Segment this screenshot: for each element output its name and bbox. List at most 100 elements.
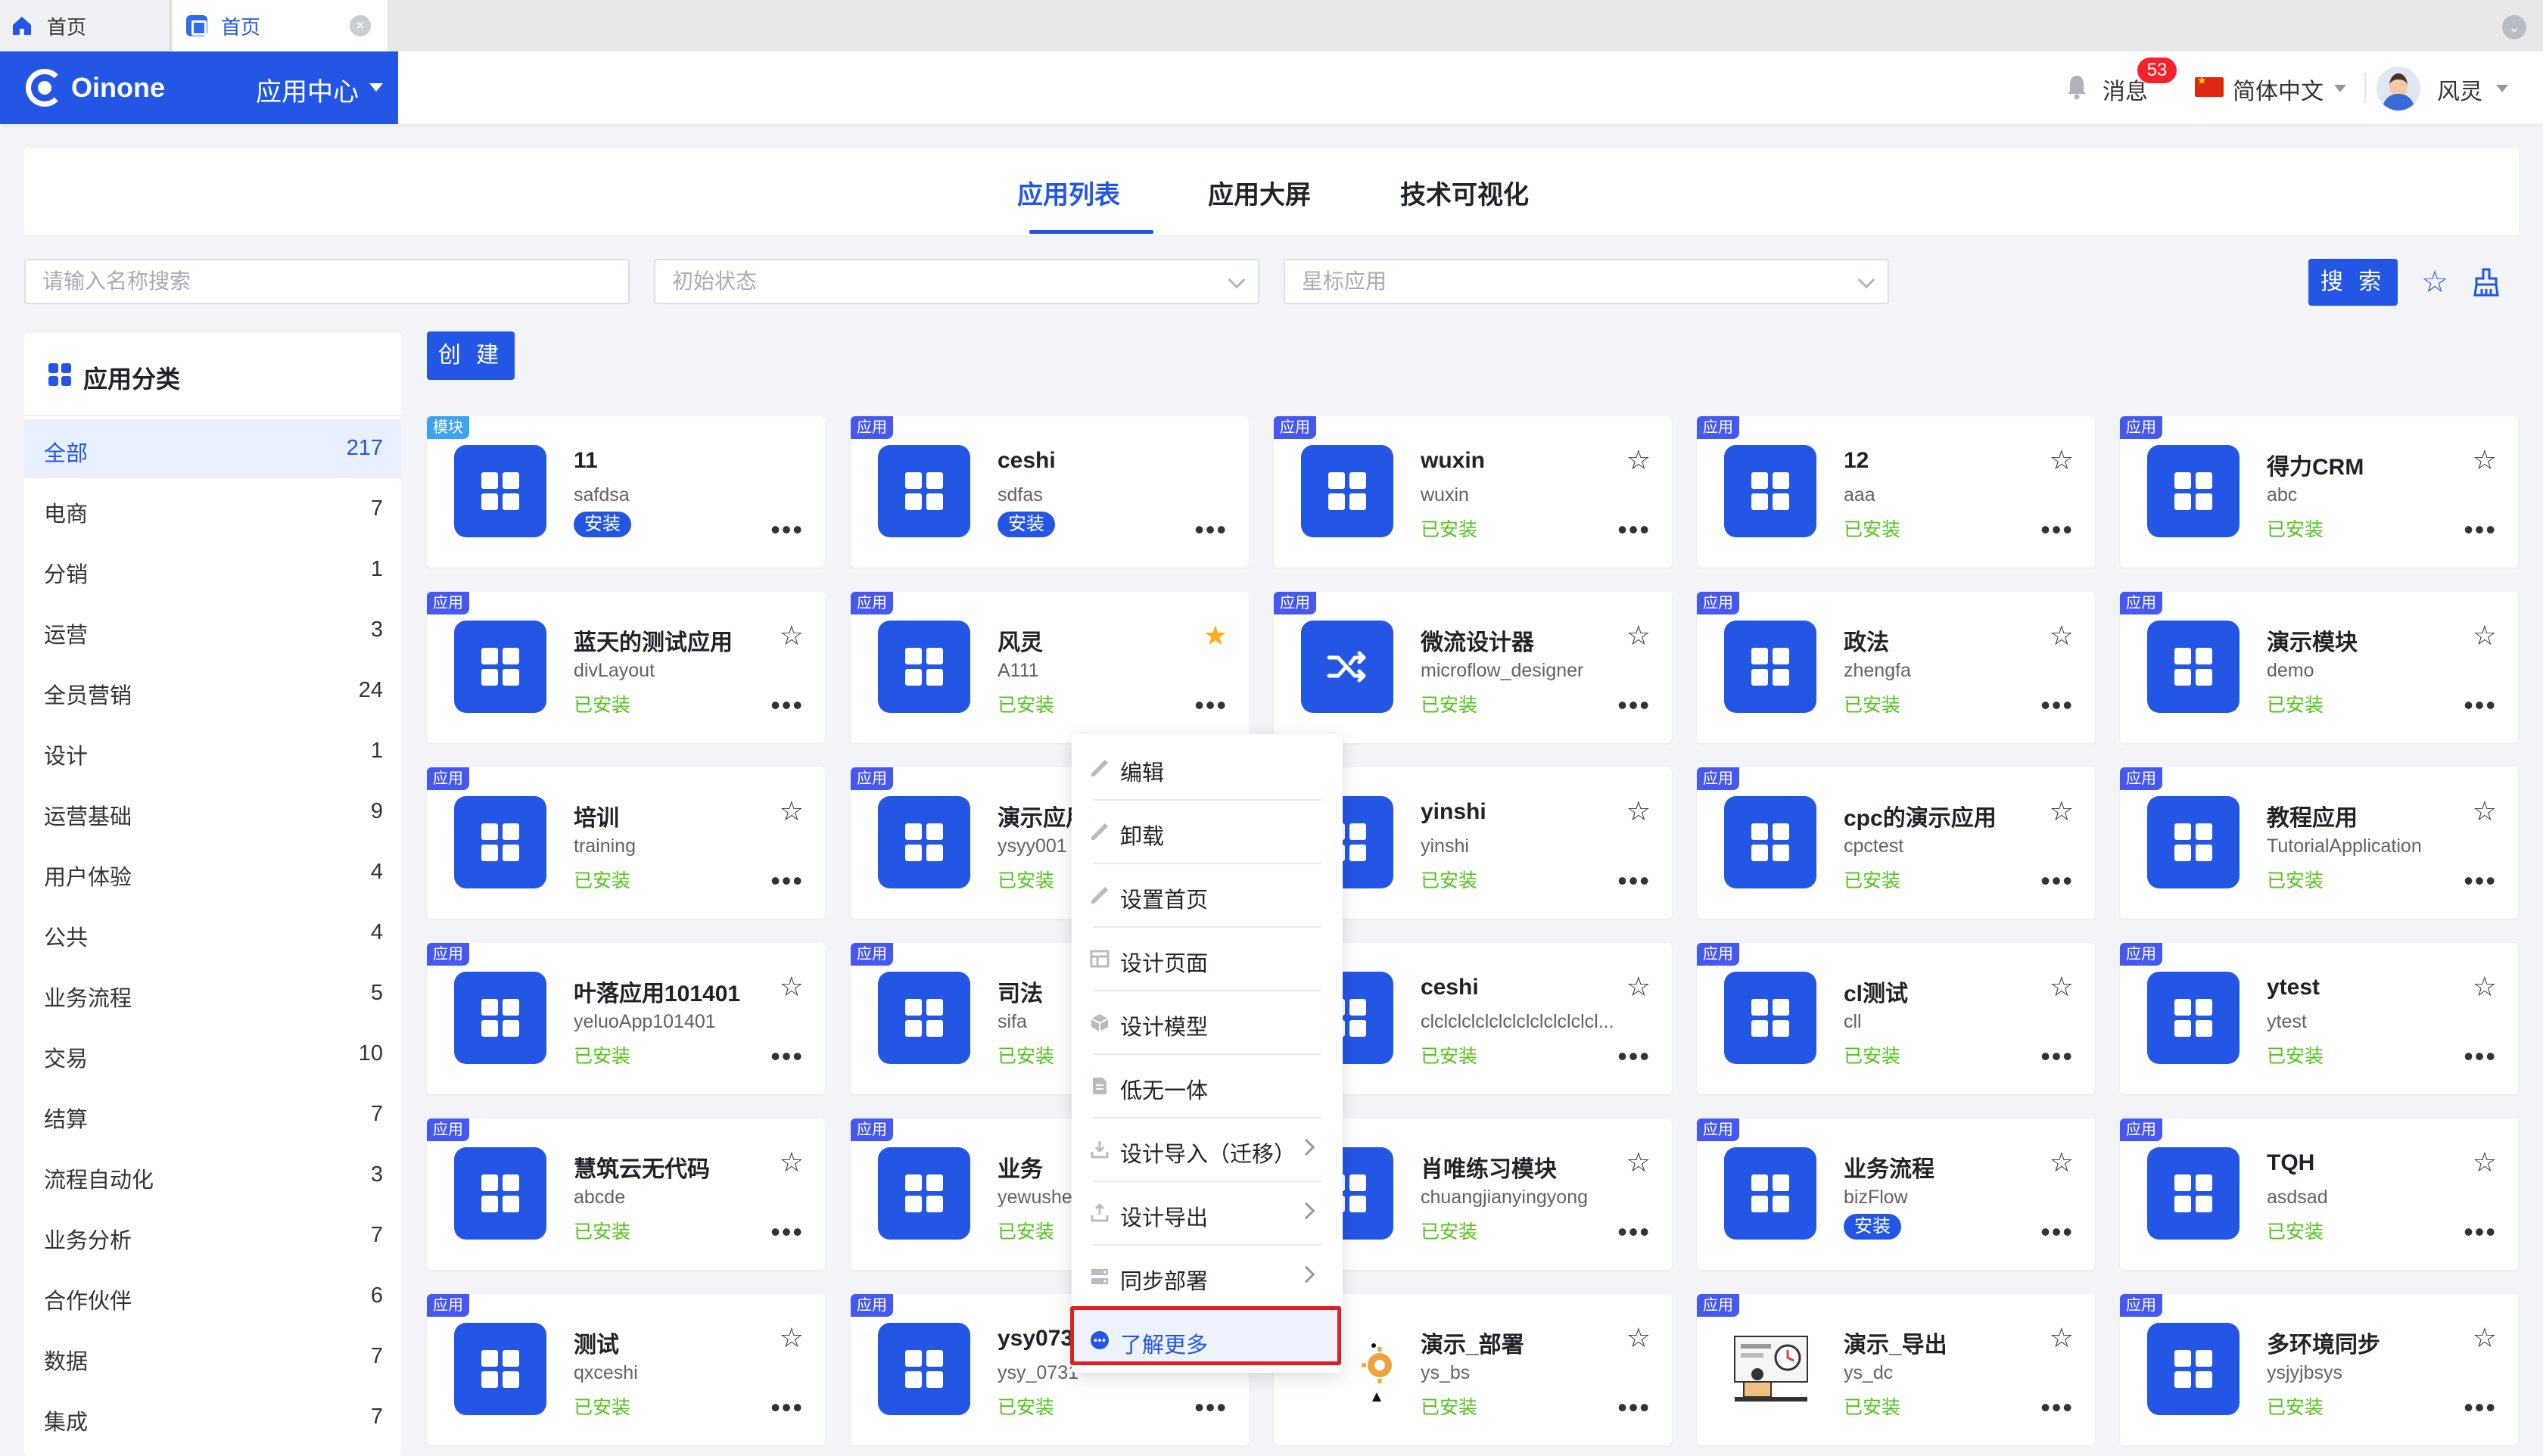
more-icon[interactable]: ••• [1194,692,1228,719]
install-button[interactable]: 安装 [1844,1214,1901,1240]
user-name[interactable]: 风灵 [2437,73,2482,106]
sidebar-item[interactable]: 结算 7 [24,1085,401,1144]
install-button[interactable]: 安装 [998,512,1055,537]
app-card[interactable]: 模块 11 safdsa 安装 ••• [427,416,825,568]
more-icon[interactable]: ••• [770,516,804,543]
more-icon[interactable]: ••• [770,692,804,719]
app-card[interactable]: 应用 12 aaa 已安装 ☆ ••• [1697,416,2095,568]
sidebar-item[interactable]: 数据 7 [24,1327,401,1386]
more-icon[interactable]: ••• [1617,692,1651,719]
app-card[interactable]: 应用 培训 training 已安装 ☆ ••• [427,767,825,919]
star-icon[interactable]: ☆ [780,1149,804,1176]
context-menu-item[interactable]: 设计导出 [1072,1182,1343,1246]
more-icon[interactable]: ••• [770,1218,804,1246]
context-menu-item[interactable]: 设计导入（迁移） [1072,1118,1343,1182]
context-menu-item[interactable]: 低无一体 [1072,1055,1343,1118]
star-icon[interactable]: ☆ [1626,622,1651,649]
more-icon[interactable]: ••• [1617,1218,1651,1246]
star-icon[interactable]: ☆ [1626,798,1651,825]
tab-app-list[interactable]: 应用列表 [1017,174,1120,211]
sidebar-item[interactable]: 全部 217 [24,419,401,478]
more-icon[interactable]: ••• [2040,1394,2074,1421]
create-button[interactable]: 创 建 [427,331,515,380]
bell-icon[interactable] [2066,74,2087,100]
browser-tab-active[interactable]: 首页 × [173,0,388,51]
star-icon[interactable]: ☆ [2473,1149,2497,1176]
app-card[interactable]: 应用 微流设计器 microflow_designer 已安装 ☆ ••• [1274,592,1672,743]
more-icon[interactable]: ••• [770,867,804,894]
app-card[interactable]: 应用 蓝天的测试应用 divLayout 已安装 ☆ ••• [427,592,825,743]
star-icon[interactable]: ☆ [2050,446,2074,474]
more-icon[interactable]: ••• [2464,867,2497,894]
more-icon[interactable]: ••• [1617,516,1651,543]
more-icon[interactable]: ••• [2040,1218,2074,1246]
context-menu-item[interactable]: 编辑 [1072,737,1343,801]
context-menu-item[interactable]: 设置首页 [1072,864,1343,928]
star-icon[interactable]: ☆ [2473,446,2497,474]
context-menu-item[interactable]: 设计页面 [1072,928,1343,991]
sidebar-item[interactable]: 集成 7 [24,1388,401,1447]
app-card[interactable]: 应用 ytest ytest 已安装 ☆ ••• [2120,943,2518,1094]
app-card[interactable]: 应用 教程应用 TutorialApplication 已安装 ☆ ••• [2120,767,2518,919]
app-center-menu[interactable]: 应用中心 [256,71,359,108]
star-icon[interactable]: ☆ [2050,973,2074,1000]
sidebar-item[interactable]: 业务分析 7 [24,1206,401,1265]
install-button[interactable]: 安装 [574,512,631,537]
app-card[interactable]: 应用 业务流程 bizFlow 安装 ☆ ••• [1697,1118,2095,1270]
sidebar-item[interactable]: 公共 4 [24,904,401,963]
brand-bar[interactable]: Oinone 应用中心 [0,51,398,124]
sidebar-item[interactable]: 运营 3 [24,601,401,660]
app-card[interactable]: 应用 多环境同步 ysjyjbsys 已安装 ☆ ••• [2120,1294,2518,1445]
more-icon[interactable]: ••• [2464,1394,2497,1421]
sidebar-item[interactable]: 全员营销 24 [24,661,401,720]
star-icon[interactable]: ☆ [2050,798,2074,825]
app-card[interactable]: 应用 风灵 A111 已安装 ★ ••• [851,592,1249,743]
sidebar-item[interactable]: 业务流程 5 [24,964,401,1023]
app-card[interactable]: 应用 wuxin wuxin 已安装 ☆ ••• [1274,416,1672,568]
context-menu-item[interactable]: 同步部署 [1072,1246,1343,1309]
app-card[interactable]: 应用 TQH asdsad 已安装 ☆ ••• [2120,1118,2518,1270]
star-icon[interactable]: ☆ [1626,1324,1651,1352]
language-select[interactable]: 简体中文 [2233,73,2324,106]
star-icon[interactable]: ☆ [2050,622,2074,649]
star-icon[interactable]: ☆ [2473,973,2497,1000]
tab-app-dashboard[interactable]: 应用大屏 [1208,174,1311,211]
star-icon[interactable]: ☆ [2050,1324,2074,1352]
chevron-down-icon[interactable]: ⌄ [2502,15,2526,39]
star-icon[interactable]: ☆ [2419,266,2451,298]
star-icon[interactable]: ☆ [780,973,804,1000]
more-icon[interactable]: ••• [2040,867,2074,894]
context-menu-item[interactable]: 设计模型 [1072,991,1343,1055]
star-icon[interactable]: ☆ [780,798,804,825]
context-menu-item[interactable]: 卸载 [1072,801,1343,864]
more-icon[interactable]: ••• [2040,692,2074,719]
more-icon[interactable]: ••• [1194,516,1228,543]
more-icon[interactable]: ••• [1194,1394,1228,1421]
app-card[interactable]: 应用 慧筑云无代码 abcde 已安装 ☆ ••• [427,1118,825,1270]
star-icon[interactable]: ☆ [1626,973,1651,1000]
star-icon[interactable]: ☆ [1626,1149,1651,1176]
clear-filter-icon[interactable] [2470,266,2502,298]
more-icon[interactable]: ••• [2464,516,2497,543]
more-icon[interactable]: ••• [2464,1218,2497,1246]
status-select[interactable]: 初始状态 [654,259,1259,304]
star-icon[interactable]: ☆ [780,1324,804,1352]
app-card[interactable]: 应用 叶落应用101401 yeluoApp101401 已安装 ☆ ••• [427,943,825,1094]
star-icon[interactable]: ☆ [2473,1324,2497,1352]
app-card[interactable]: 应用 演示_导出 ys_dc 已安装 ☆ ••• [1697,1294,2095,1445]
app-card[interactable]: 应用 演示模块 demo 已安装 ☆ ••• [2120,592,2518,743]
sidebar-item[interactable]: 流程自动化 3 [24,1146,401,1205]
search-button[interactable]: 搜 索 [2308,259,2398,306]
sidebar-item[interactable]: 交易 10 [24,1025,401,1084]
sidebar-item[interactable]: 分销 1 [24,540,401,599]
search-input[interactable]: 请输入名称搜索 [24,259,630,304]
avatar[interactable] [2376,67,2420,110]
star-icon[interactable]: ☆ [2473,798,2497,825]
more-icon[interactable]: ••• [2040,1043,2074,1070]
star-icon[interactable]: ★ [1203,622,1228,649]
app-card[interactable]: 应用 ceshi sdfas 安装 ••• [851,416,1249,568]
app-card[interactable]: 应用 政法 zhengfa 已安装 ☆ ••• [1697,592,2095,743]
star-icon[interactable]: ☆ [1626,446,1651,474]
star-icon[interactable]: ☆ [2050,1149,2074,1176]
star-icon[interactable]: ☆ [2473,622,2497,649]
